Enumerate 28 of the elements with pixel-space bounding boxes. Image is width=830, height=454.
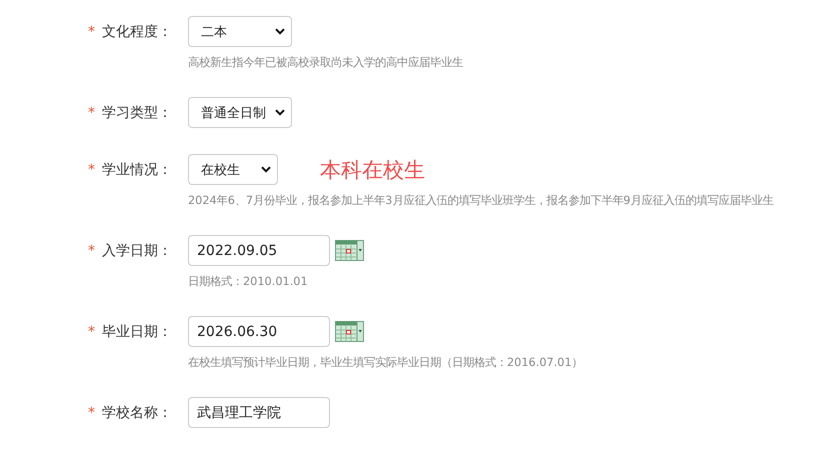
field-label: 学校名称：: [102, 404, 173, 422]
hint-text: 日期格式：2010.01.01: [188, 274, 309, 290]
field-label: 学业情况：: [102, 160, 173, 178]
required-asterisk: *: [88, 242, 96, 258]
field-label: 文化程度：: [102, 22, 173, 40]
chevron-down-icon: [261, 166, 271, 173]
hint-text: 在校生填写预计毕业日期，毕业生填写实际毕业日期（日期格式：2016.07.01）: [188, 355, 584, 371]
dropdown-select[interactable]: 普通全日制: [188, 97, 292, 128]
annotation-text: 本科在校生: [320, 156, 425, 184]
field-label: 毕业日期：: [102, 322, 173, 340]
required-asterisk: *: [88, 24, 96, 40]
required-asterisk: *: [88, 162, 96, 178]
input-field[interactable]: 武昌理工学院: [188, 397, 330, 428]
required-asterisk: *: [88, 404, 96, 420]
field-label: 入学日期：: [102, 242, 173, 260]
hint-text: 2024年6、7月份毕业，报名参加上半年3月应征入伍的填写毕业班学生，报名参加下半年9月应征入伍的填写应届毕业生: [188, 193, 774, 209]
date-field[interactable]: 2026.06.30: [188, 316, 330, 347]
chevron-down-icon: [275, 109, 285, 116]
date-field[interactable]: 2022.09.05: [188, 235, 330, 266]
calendar-icon[interactable]: [335, 240, 364, 261]
calendar-icon[interactable]: [335, 321, 364, 342]
dropdown-select[interactable]: 在校生: [188, 154, 278, 185]
field-label: 学习类型：: [102, 104, 173, 122]
hint-text: 高校新生指今年已被高校录取尚未入学的高中应届毕业生: [188, 55, 464, 71]
dropdown-select[interactable]: 二本: [188, 16, 292, 47]
required-asterisk: *: [88, 324, 96, 340]
chevron-down-icon: [275, 28, 285, 35]
required-asterisk: *: [88, 104, 96, 120]
